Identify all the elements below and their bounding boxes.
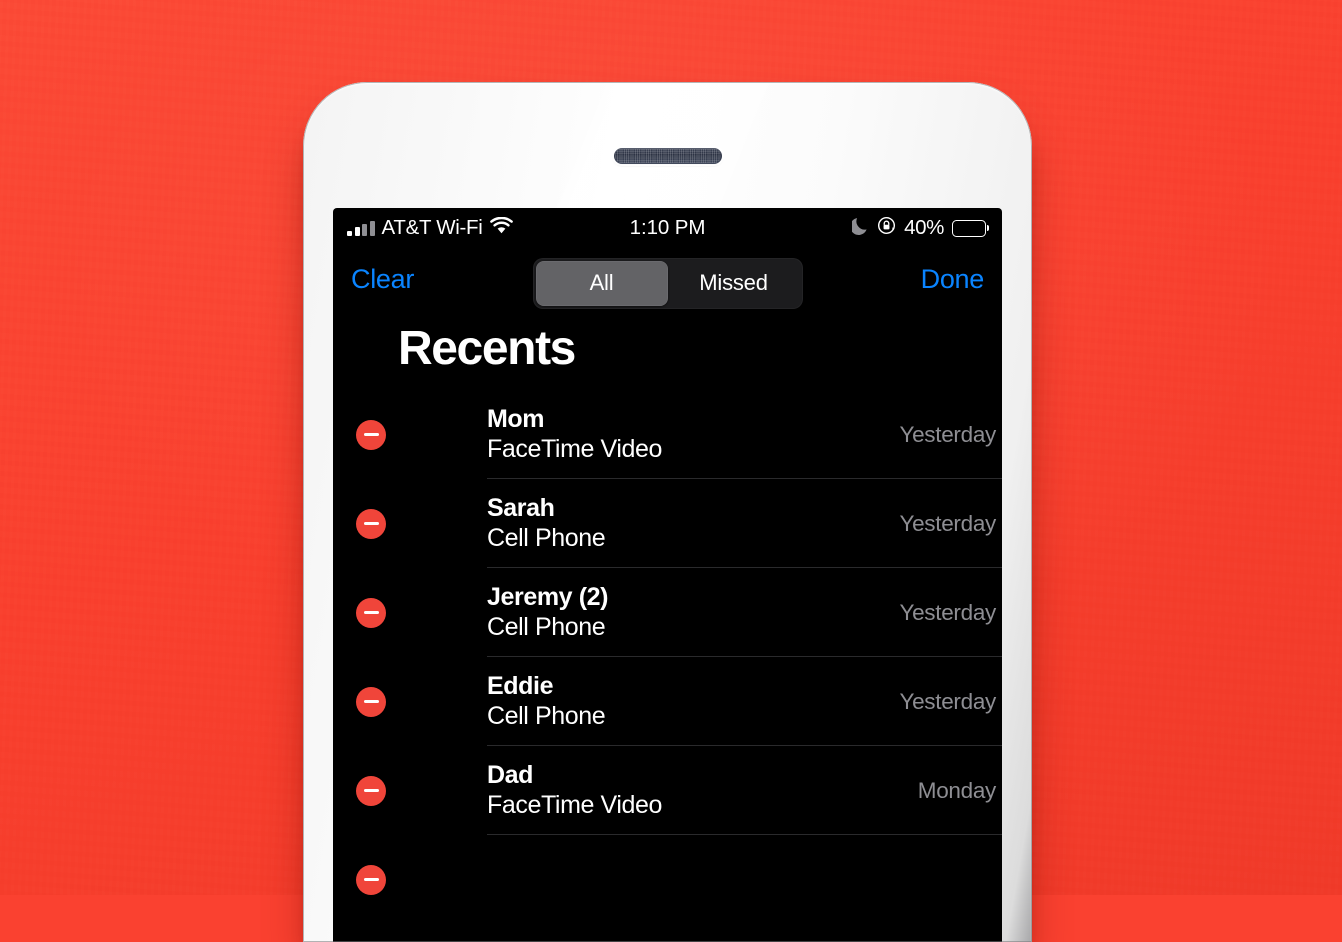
row-texts: Mom FaceTime Video [487, 405, 887, 465]
caller-name: Dad [487, 760, 534, 789]
table-row[interactable]: Sarah Cell Phone Yesterday [333, 479, 1002, 569]
row-content[interactable]: Sarah Cell Phone Yesterday [487, 479, 1002, 569]
done-button[interactable]: Done [921, 264, 985, 295]
call-time: Yesterday [899, 510, 996, 536]
row-content[interactable]: Mom FaceTime Video Yesterday [487, 390, 1002, 480]
table-row-partial[interactable] [333, 835, 1002, 924]
call-time: Yesterday [899, 421, 996, 447]
call-type: Cell Phone [487, 613, 606, 642]
delete-cell [333, 508, 399, 539]
minus-circle-icon[interactable] [356, 686, 386, 717]
row-content[interactable]: Eddie Cell Phone Yesterday [487, 657, 1002, 747]
rotation-lock-icon [877, 216, 896, 241]
call-type: Cell Phone [487, 702, 606, 731]
wifi-icon [489, 216, 513, 240]
clear-button[interactable]: Clear [351, 264, 414, 295]
call-type: Cell Phone [487, 524, 606, 553]
table-row[interactable]: Dad FaceTime Video Monday [333, 746, 1002, 836]
battery-percent-label: 40% [904, 216, 944, 239]
table-row[interactable]: Eddie Cell Phone Yesterday [333, 657, 1002, 747]
delete-cell [333, 864, 399, 895]
battery-icon [952, 219, 986, 237]
caller-name: Sarah [487, 493, 555, 522]
iphone-device: AT&T Wi-Fi 1:10 PM 40% Clear All Missed … [303, 82, 1032, 942]
status-bar: AT&T Wi-Fi 1:10 PM 40% [333, 208, 1002, 248]
caller-name: Eddie [487, 671, 554, 700]
minus-circle-icon[interactable] [356, 597, 386, 628]
call-time: Monday [917, 777, 997, 803]
segment-all[interactable]: All [535, 261, 668, 306]
row-texts: Dad FaceTime Video [487, 761, 906, 821]
minus-circle-icon[interactable] [356, 508, 386, 539]
row-content[interactable]: Jeremy (2) Cell Phone Yesterday [487, 568, 1002, 658]
status-bar-right: 40% [850, 216, 986, 241]
speaker-grille-icon [613, 148, 722, 164]
row-texts: Sarah Cell Phone [487, 494, 887, 554]
call-time: Yesterday [899, 599, 996, 625]
status-bar-left: AT&T Wi-Fi [347, 216, 513, 240]
delete-cell [333, 686, 399, 717]
table-row[interactable]: Jeremy (2) Cell Phone Yesterday [333, 568, 1002, 658]
row-content[interactable]: Dad FaceTime Video Monday [487, 746, 1002, 836]
carrier-label: AT&T Wi-Fi [381, 216, 483, 239]
recents-call-list: Mom FaceTime Video Yesterday Sarah Cell … [333, 390, 1002, 924]
call-type: FaceTime Video [487, 791, 663, 820]
call-time: Yesterday [899, 688, 996, 714]
minus-circle-icon[interactable] [356, 864, 386, 895]
delete-cell [333, 775, 399, 806]
delete-cell [333, 597, 399, 628]
minus-circle-icon[interactable] [356, 419, 386, 450]
device-body: AT&T Wi-Fi 1:10 PM 40% Clear All Missed … [303, 82, 1032, 942]
delete-cell [333, 419, 399, 450]
moon-do-not-disturb-icon [850, 216, 869, 241]
caller-name: Jeremy (2) [487, 582, 609, 611]
phone-screen: AT&T Wi-Fi 1:10 PM 40% Clear All Missed … [333, 208, 1002, 942]
call-type: FaceTime Video [487, 435, 663, 464]
table-row[interactable]: Mom FaceTime Video Yesterday [333, 390, 1002, 480]
navigation-bar: Clear All Missed Done [333, 248, 1002, 310]
row-content[interactable] [487, 835, 1002, 924]
minus-circle-icon[interactable] [356, 775, 386, 806]
row-texts: Eddie Cell Phone [487, 672, 887, 732]
page-title: Recents [398, 322, 576, 375]
cellular-signal-icon [347, 220, 375, 236]
caller-name: Mom [487, 404, 545, 433]
segment-missed[interactable]: Missed [668, 261, 800, 306]
row-texts: Jeremy (2) Cell Phone [487, 583, 887, 643]
segmented-control[interactable]: All Missed [532, 258, 803, 309]
